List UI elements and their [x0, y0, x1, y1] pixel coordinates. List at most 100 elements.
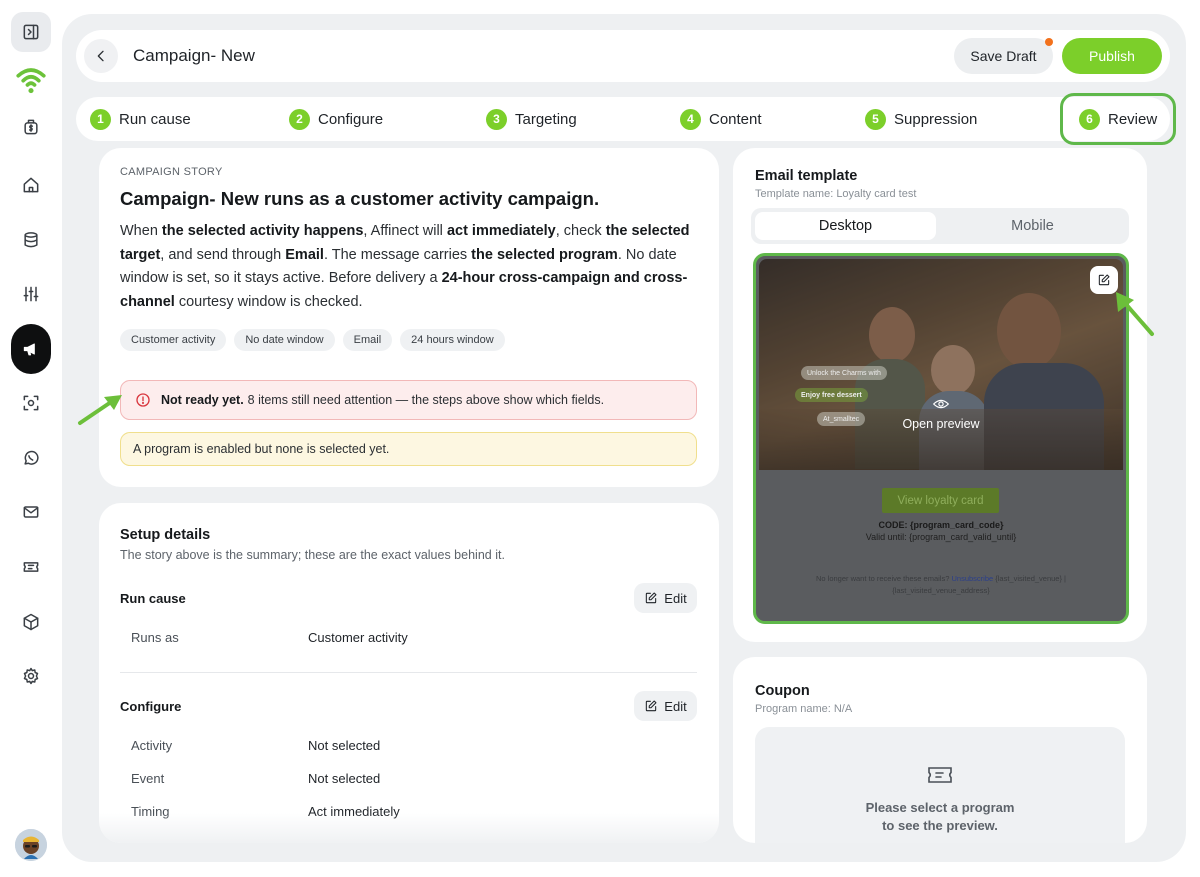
edit-configure-button[interactable]: Edit	[634, 691, 697, 721]
sidebar-item-products[interactable]	[11, 602, 51, 642]
open-preview-label: Open preview	[902, 417, 980, 431]
edit-icon	[646, 592, 657, 604]
email-chip: Unlock the Charms with	[801, 366, 887, 380]
program-warning: A program is enabled but none is selecte…	[120, 432, 697, 466]
chip-channel: Email	[342, 329, 393, 351]
gear-icon	[23, 667, 39, 685]
setup-subtitle: The story above is the summary; these ar…	[120, 548, 505, 562]
avatar-icon	[15, 829, 47, 861]
row-key: Runs as	[131, 630, 179, 645]
chip-courtesy-window: 24 hours window	[400, 329, 505, 351]
sidebar-item-filters[interactable]	[11, 274, 51, 314]
email-hero-image: Unlock the Charms with Enjoy free desser…	[759, 259, 1123, 470]
section-divider	[120, 672, 697, 673]
page-header: Campaign- New Save Draft Publish	[76, 30, 1170, 82]
setup-title: Setup details	[120, 527, 211, 543]
sliders-icon	[23, 286, 39, 302]
step-number: 1	[90, 108, 111, 130]
story-body: When the selected activity happens, Affi…	[120, 223, 690, 310]
story-chips: Customer activity No date window Email 2…	[120, 329, 505, 351]
chip-run-cause: Customer activity	[120, 329, 227, 351]
sidebar-item-email[interactable]	[11, 492, 51, 532]
coupon-card: Coupon Program name: N/A Please select a…	[733, 657, 1147, 843]
not-ready-alert: Not ready yet. 8 items still need attent…	[120, 380, 697, 420]
edit-icon	[646, 700, 657, 712]
whatsapp-icon	[24, 450, 39, 465]
program-code: CODE: {program_card_code}	[878, 520, 1004, 530]
program-valid-until: Valid until: {program_card_valid_until}	[865, 532, 1017, 542]
row-value: Customer activity	[308, 630, 408, 645]
sidebar-item-scan[interactable]	[11, 383, 51, 423]
step-run-cause[interactable]: 1 Run cause	[90, 108, 191, 130]
step-number: 2	[289, 108, 310, 130]
wifi-logo-icon	[16, 68, 46, 94]
sidebar-toggle-button[interactable]	[11, 12, 51, 52]
row-value: Not selected	[308, 771, 381, 786]
coupon-preview-placeholder: Please select a program to see the previe…	[755, 727, 1125, 843]
device-toggle: Desktop Mobile	[751, 208, 1129, 244]
sidebar-item-tickets[interactable]	[11, 547, 51, 587]
save-draft-button[interactable]: Save Draft	[954, 38, 1053, 74]
user-avatar[interactable]	[15, 829, 47, 861]
coupon-empty-message: Please select a program to see the previe…	[865, 800, 1015, 833]
tab-mobile[interactable]: Mobile	[940, 212, 1125, 240]
sidebar-item-settings[interactable]	[11, 656, 51, 696]
ticket-icon	[23, 562, 39, 572]
alert-bold-text: Not ready yet.	[161, 393, 244, 407]
email-body: View loyalty card CODE: {program_card_co…	[759, 470, 1123, 621]
database-icon	[24, 232, 38, 248]
step-navigation: 1 Run cause 2 Configure 3 Targeting 4 Co…	[76, 93, 1176, 145]
home-icon	[23, 177, 39, 193]
sidebar-item-whatsapp[interactable]	[11, 438, 51, 478]
edit-label: Edit	[664, 590, 687, 606]
sidebar-item-wallet[interactable]	[11, 107, 51, 147]
campaign-story-card: CAMPAIGN STORY Campaign- New runs as a c…	[99, 148, 719, 487]
publish-button[interactable]: Publish	[1062, 38, 1162, 74]
cube-icon	[23, 613, 39, 631]
eye-icon	[933, 399, 949, 409]
sidebar-item-home[interactable]	[11, 165, 51, 205]
chevron-left-icon	[97, 50, 104, 62]
step-number: 5	[865, 108, 886, 130]
story-eyebrow: CAMPAIGN STORY	[120, 166, 223, 178]
step-number: 4	[680, 108, 701, 130]
step-review[interactable]: 6 Review	[1079, 108, 1157, 130]
alert-text: 8 items still need attention — the steps…	[247, 393, 605, 407]
back-button[interactable]	[84, 39, 118, 73]
brand-logo	[11, 60, 51, 100]
email-template-card: Email template Template name: Loyalty ca…	[733, 148, 1147, 642]
coupon-program-name: Program name: N/A	[755, 703, 853, 715]
step-configure[interactable]: 2 Configure	[289, 108, 383, 130]
annotation-arrow-icon	[78, 395, 122, 425]
unsaved-indicator-dot	[1045, 38, 1053, 46]
step-label: Targeting	[515, 110, 577, 128]
sidebar-item-database[interactable]	[11, 220, 51, 260]
section-configure-title: Configure	[120, 699, 182, 714]
step-label: Run cause	[119, 110, 191, 128]
face-scan-icon	[23, 395, 39, 411]
step-label: Configure	[318, 110, 384, 128]
view-loyalty-card-button: View loyalty card	[882, 488, 999, 513]
email-preview[interactable]: Unlock the Charms with Enjoy free desser…	[753, 253, 1129, 624]
step-targeting[interactable]: 3 Targeting	[486, 108, 577, 130]
annotation-arrow-icon	[1116, 292, 1154, 336]
edit-run-cause-button[interactable]: Edit	[634, 583, 697, 613]
panel-toggle-icon	[23, 24, 39, 40]
story-title: Campaign- New runs as a customer activit…	[120, 188, 600, 209]
tab-desktop[interactable]: Desktop	[755, 212, 936, 240]
email-template-name: Template name: Loyalty card test	[755, 188, 917, 200]
scroll-fade	[99, 813, 719, 843]
alert-circle-icon	[136, 393, 150, 407]
step-suppression[interactable]: 5 Suppression	[865, 108, 977, 130]
step-label: Suppression	[894, 110, 978, 128]
sidebar-item-campaigns[interactable]	[11, 324, 51, 374]
row-key: Activity	[131, 738, 173, 753]
megaphone-icon	[23, 343, 35, 356]
email-footer: No longer want to receive these emails? …	[815, 574, 1067, 595]
ticket-icon	[928, 767, 952, 783]
edit-label: Edit	[664, 698, 687, 714]
step-content[interactable]: 4 Content	[680, 108, 762, 130]
unsubscribe-link: Unsubscribe	[951, 574, 994, 583]
section-run-cause-title: Run cause	[120, 591, 186, 606]
row-key: Event	[131, 771, 165, 786]
